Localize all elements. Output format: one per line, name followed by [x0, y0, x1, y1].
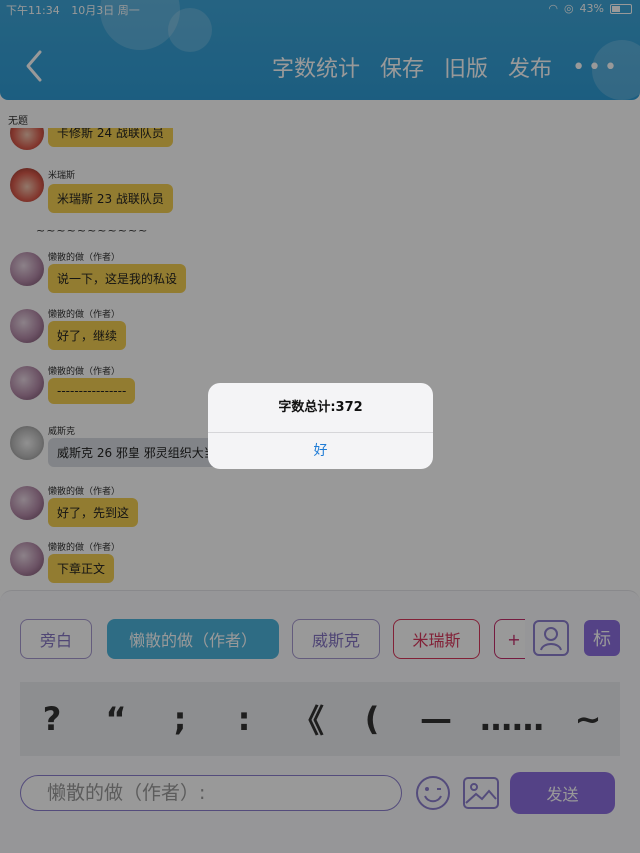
alert-ok-button[interactable]: 好	[208, 433, 433, 469]
alert-dialog: 字数总计:372 好	[208, 383, 433, 469]
alert-message: 字数总计:372	[208, 383, 433, 433]
